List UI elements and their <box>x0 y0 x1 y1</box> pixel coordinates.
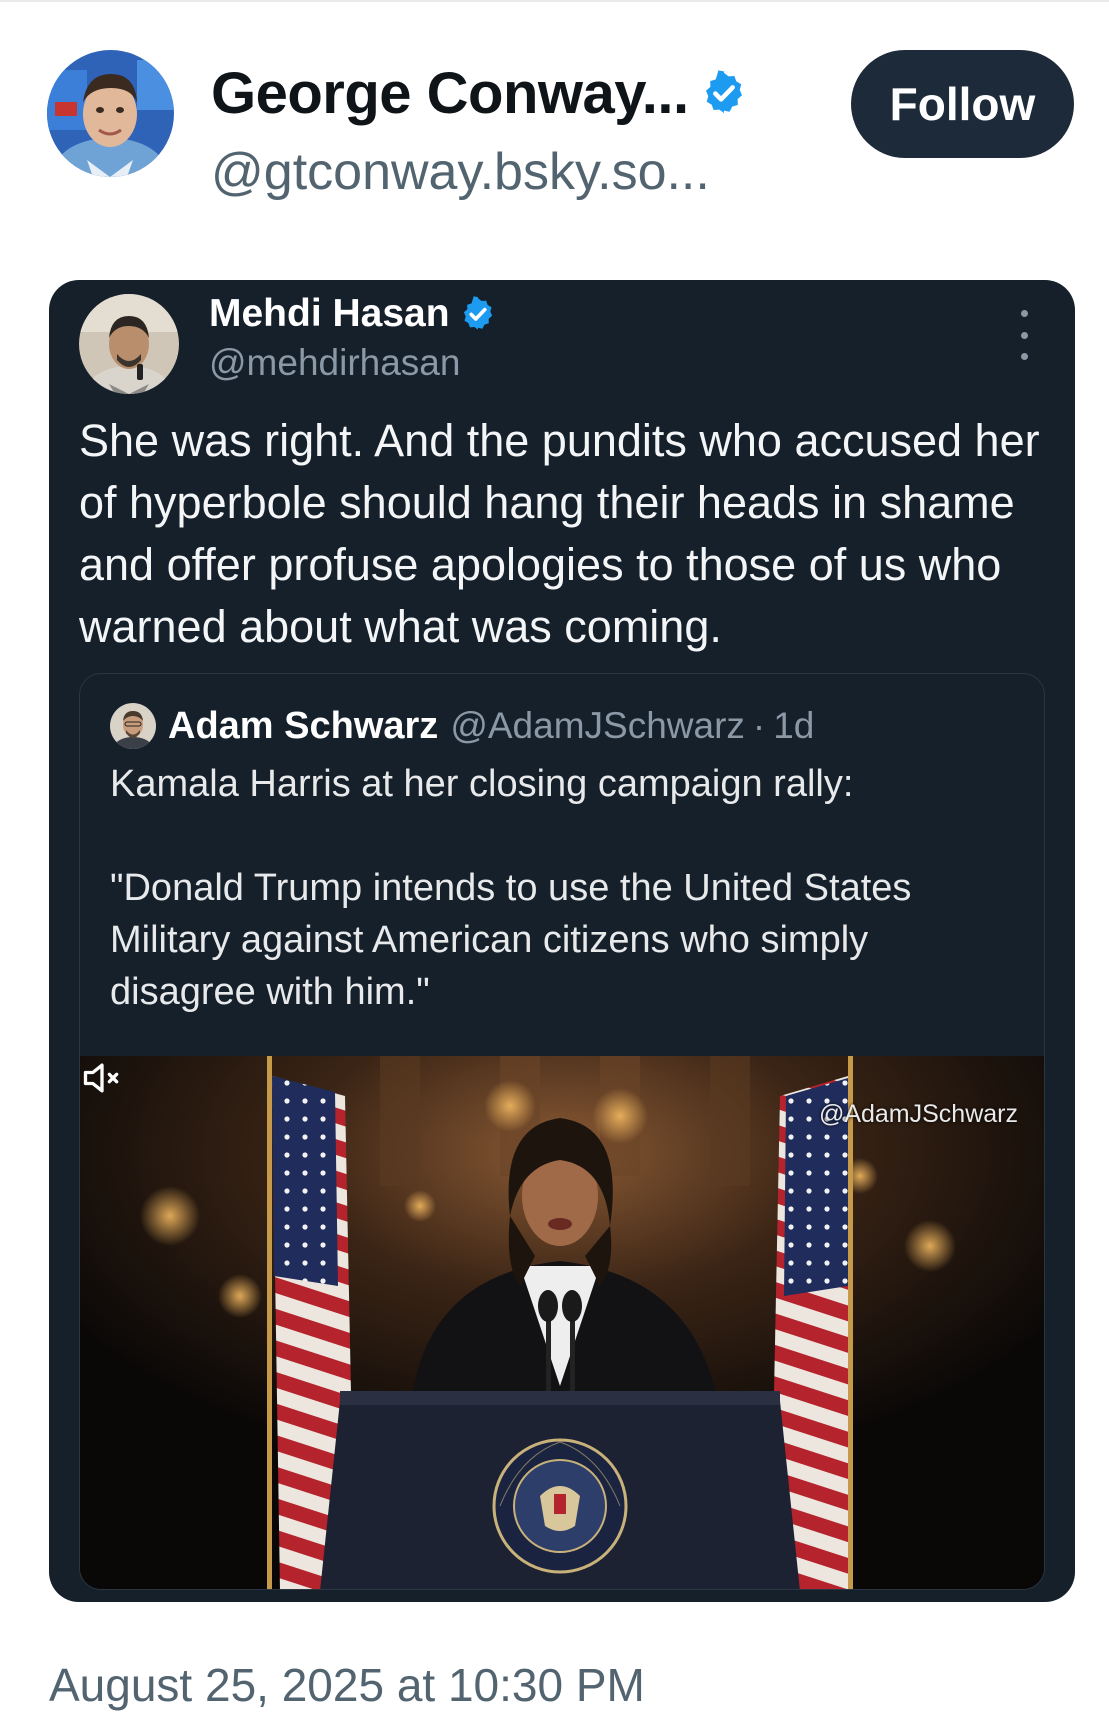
embedded-post-text: She was right. And the pundits who accus… <box>79 415 1040 652</box>
verified-badge-icon <box>463 296 492 330</box>
quoted-text-quote: "Donald Trump intends to use the United … <box>110 867 912 1013</box>
quoted-handle[interactable]: @AdamJSchwarz <box>450 705 745 747</box>
embedded-display-name[interactable]: Mehdi Hasan <box>209 292 450 336</box>
verified-badge-icon <box>705 70 742 114</box>
quoted-post-header: Adam Schwarz @AdamJSchwarz · 1d <box>110 702 814 750</box>
embedded-post-card[interactable]: Mehdi Hasan @mehdirhasan She was right. … <box>49 280 1075 1602</box>
quoted-display-name[interactable]: Adam Schwarz <box>168 705 438 748</box>
speaker-muted-icon[interactable] <box>80 1056 124 1100</box>
author-name-row: George Conway... <box>211 58 747 128</box>
quoted-text-line: Kamala Harris at her closing campaign ra… <box>110 763 854 805</box>
quoted-timestamp[interactable]: 1d <box>773 705 814 747</box>
post-timestamp[interactable]: August 25, 2025 at 10:30 PM <box>49 1658 645 1712</box>
video-watermark: @AdamJSchwarz <box>818 1100 1018 1128</box>
video-frame <box>80 1056 1044 1589</box>
quoted-video[interactable]: @AdamJSchwarz <box>80 1056 1044 1589</box>
author-display-name[interactable]: George Conway... <box>211 60 689 127</box>
more-vertical-icon[interactable] <box>1009 310 1039 360</box>
quoted-post[interactable]: Adam Schwarz @AdamJSchwarz · 1d Kamala H… <box>79 673 1045 1590</box>
embedded-handle[interactable]: @mehdirhasan <box>209 342 460 384</box>
embedded-author-avatar[interactable] <box>79 294 179 394</box>
top-divider <box>0 0 1109 2</box>
quoted-separator: · <box>752 705 766 746</box>
embedded-name-row: Mehdi Hasan <box>209 292 496 336</box>
author-handle[interactable]: @gtconway.bsky.so... <box>211 142 710 202</box>
quoted-author-avatar[interactable] <box>110 703 156 749</box>
author-avatar[interactable] <box>47 50 174 177</box>
follow-button[interactable]: Follow <box>851 50 1074 158</box>
